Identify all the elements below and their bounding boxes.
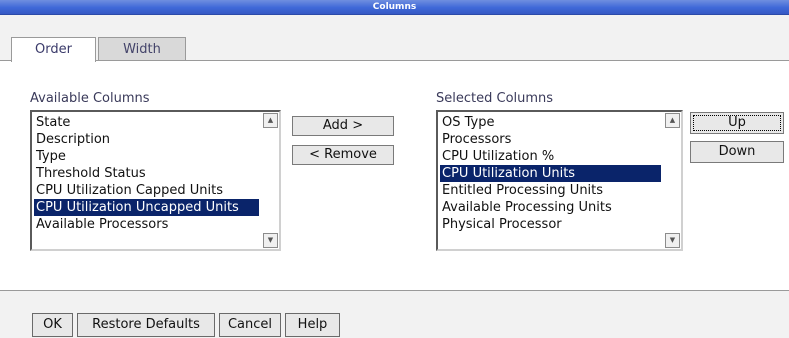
list-item[interactable]: Available Processors [34,216,259,233]
scroll-down-arrow-icon[interactable]: ▼ [263,233,278,248]
selected-columns-scrollbar[interactable]: ▲ ▼ [665,112,681,249]
move-up-button-label: Up [693,115,781,131]
move-down-button[interactable]: Down [690,141,784,163]
move-up-button[interactable]: Up [690,112,784,134]
selected-columns-label: Selected Columns [436,91,554,106]
help-button[interactable]: Help [285,313,340,337]
list-item[interactable]: CPU Utilization Units [440,165,661,182]
selected-columns-list[interactable]: OS Type Processors CPU Utilization % CPU Ut… [436,110,683,251]
list-item[interactable]: Type [34,148,259,165]
list-item[interactable]: Description [34,131,259,148]
dialog-footer: OK Restore Defaults Cancel Help [0,291,789,338]
list-item[interactable]: Entitled Processing Units [440,182,661,199]
list-item[interactable]: CPU Utilization % [440,148,661,165]
remove-button[interactable]: < Remove [292,145,394,165]
list-item[interactable]: CPU Utilization Uncapped Units [34,199,259,216]
available-columns-list[interactable]: State Description Type Threshold Status CPU … [30,110,281,251]
list-item[interactable]: CPU Utilization Capped Units [34,182,259,199]
cancel-button[interactable]: Cancel [219,313,281,337]
scroll-up-arrow-icon[interactable]: ▲ [665,113,680,128]
available-columns-label: Available Columns [30,91,150,106]
add-button[interactable]: Add > [292,116,394,136]
available-columns-scrollbar[interactable]: ▲ ▼ [263,112,279,249]
list-item[interactable]: OS Type [440,114,661,131]
list-item[interactable]: Processors [440,131,661,148]
tab-width[interactable]: Width [98,37,186,61]
list-item[interactable]: Physical Processor [440,216,661,233]
tab-content-order: Available Columns State Description Type Th… [0,61,789,290]
list-item[interactable]: State [34,114,259,131]
window-title: Columns [0,0,789,15]
scroll-down-arrow-icon[interactable]: ▼ [665,233,680,248]
ok-button[interactable]: OK [32,313,73,337]
list-item[interactable]: Available Processing Units [440,199,661,216]
list-item[interactable]: Threshold Status [34,165,259,182]
selected-columns-items: OS Type Processors CPU Utilization % CPU Ut… [440,114,661,233]
restore-defaults-button[interactable]: Restore Defaults [77,313,215,337]
tab-order[interactable]: Order [11,37,96,62]
scroll-up-arrow-icon[interactable]: ▲ [263,113,278,128]
available-columns-items: State Description Type Threshold Status CPU … [34,114,259,233]
